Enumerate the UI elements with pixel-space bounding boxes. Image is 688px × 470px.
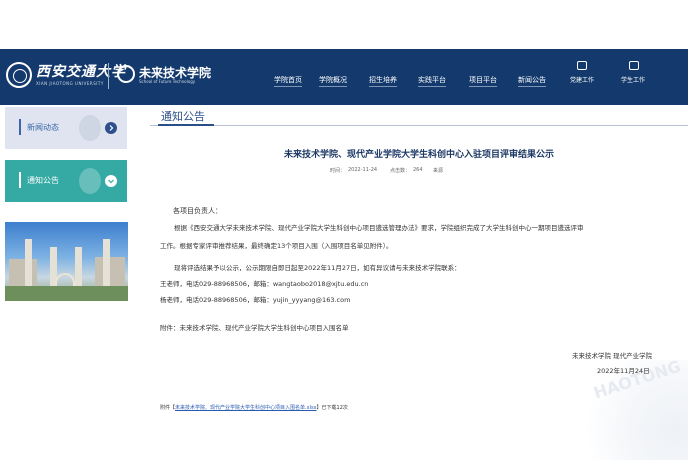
decorative-figure-icon xyxy=(79,168,101,194)
sidebar-marker xyxy=(19,172,21,188)
nav-home[interactable]: 学院首页 xyxy=(274,75,302,87)
attachment-suffix: 次 xyxy=(342,405,348,411)
sidebar-marker xyxy=(19,119,21,135)
school-subtitle: School of Future Technology xyxy=(139,79,196,84)
campus-image xyxy=(5,222,128,301)
nav-party-work[interactable]: 党建工作 xyxy=(570,75,594,84)
sidebar-item-label: 通知公告 xyxy=(27,176,59,185)
paragraph-2: 现将评选结果予以公示，公示期限自即日起至2022年11月27日，如有异议请与未来… xyxy=(174,264,461,272)
meta-views-label: 点击数： xyxy=(390,168,411,174)
chevron-down-icon[interactable] xyxy=(105,175,117,187)
contact-1: 王老师，电话029-88968506，邮箱：wangtaobo2018@xjtu… xyxy=(160,280,369,288)
nav-project[interactable]: 项目平台 xyxy=(469,75,497,87)
site-header: 西安交通大学 XIAN JIAOTONG UNIVERSITY 未来技术学院 S… xyxy=(0,49,688,105)
meta-views-value: 264 xyxy=(413,167,423,173)
paragraph-1-line-1: 根据《西安交通大学未来技术学院、现代产业学院大学生科创中心项目遴选管理办法》要求… xyxy=(174,224,584,232)
section-title: 通知公告 xyxy=(161,110,205,123)
school-logo-icon[interactable] xyxy=(117,65,135,83)
xjtu-logo-icon[interactable] xyxy=(6,62,32,88)
sidebar-item-label: 新闻动态 xyxy=(27,123,59,132)
nav-about[interactable]: 学院概况 xyxy=(319,75,347,87)
sidebar-item-notices[interactable]: 通知公告 xyxy=(5,160,127,202)
xjtu-name[interactable]: 西安交通大学 xyxy=(36,61,126,81)
sidebar-item-news[interactable]: 新闻动态 xyxy=(5,107,127,149)
signature-org: 未来技术学院 现代产业学院 xyxy=(572,352,653,360)
meta-extra: 来源 xyxy=(433,168,444,174)
chevron-right-icon[interactable] xyxy=(105,122,117,134)
nav-practice[interactable]: 实践平台 xyxy=(418,75,446,87)
paragraph-1-line-2: 工作。根据专家评审推荐结果，最终确定13个项目入围（入围项目名单见附件）。 xyxy=(160,242,393,250)
party-work-icon[interactable] xyxy=(577,61,587,70)
section-divider xyxy=(150,125,688,126)
nav-news[interactable]: 新闻公告 xyxy=(518,75,546,87)
logo-divider xyxy=(108,63,109,89)
student-work-icon[interactable] xyxy=(629,61,639,70)
attachment-note: 附件：未来技术学院、现代产业学院大学生科创中心项目入围名单 xyxy=(160,324,349,332)
nav-admission[interactable]: 招生培养 xyxy=(369,75,397,87)
decorative-figure-icon xyxy=(79,115,101,141)
salutation: 各项目负责人： xyxy=(173,207,222,215)
xjtu-subtitle: XIAN JIAOTONG UNIVERSITY xyxy=(36,81,104,86)
attachment-row: 附件【未来技术学院、现代产业学院大学生科创中心项目入围名单.xlsx】已下载12… xyxy=(160,404,348,411)
section-title-underline xyxy=(158,124,214,126)
meta-time-value: 2022-11-24 xyxy=(348,167,378,173)
contact-2: 杨老师，电话029-88968506，邮箱：yujin_yyyang@163.c… xyxy=(160,296,351,304)
attachment-close: 】已下载 xyxy=(316,405,337,411)
signature-date: 2022年11月24日 xyxy=(597,367,650,375)
meta-time-label: 时间： xyxy=(330,168,346,174)
attachment-file-link[interactable]: 未来技术学院、现代产业学院大学生科创中心项目入围名单.xlsx xyxy=(175,405,317,411)
nav-student-work[interactable]: 学生工作 xyxy=(621,75,645,84)
attachment-label: 附件【 xyxy=(160,405,176,411)
article-title: 未来技术学院、现代产业学院大学生科创中心入驻项目评审结果公示 xyxy=(283,150,554,160)
